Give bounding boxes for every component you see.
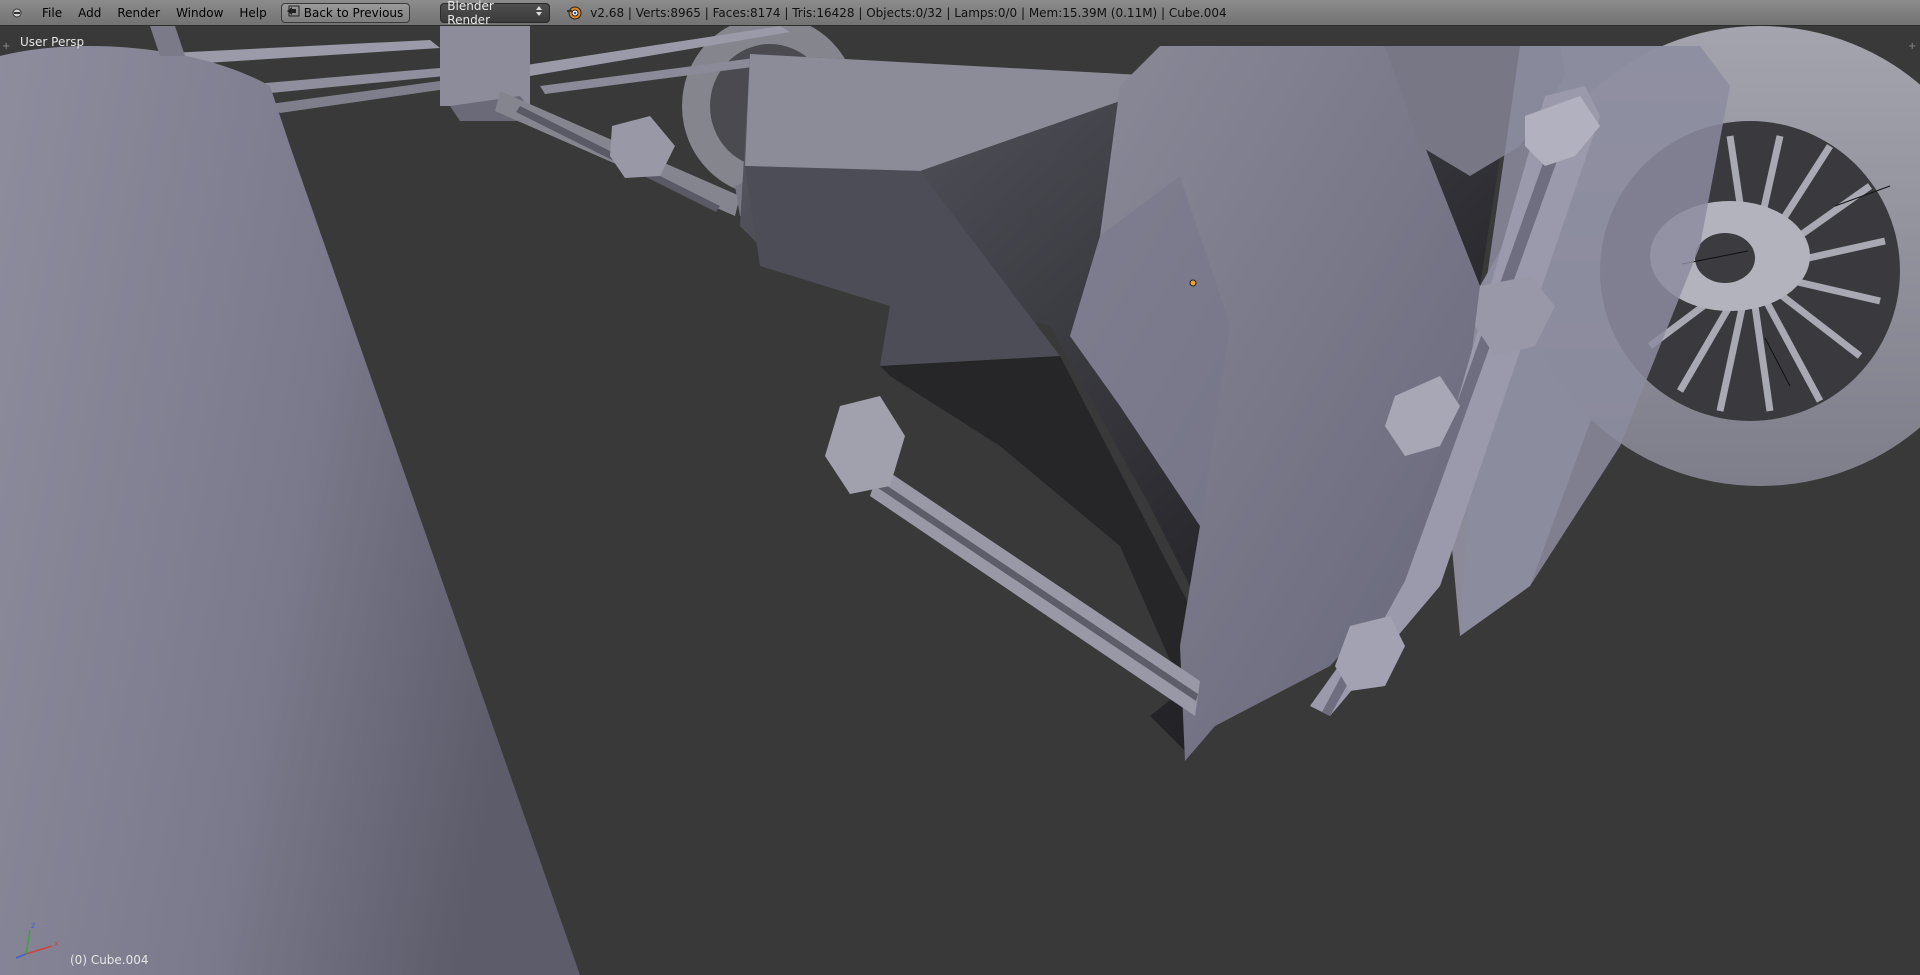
3d-viewport[interactable]: User Persp + + x z (0) Cube.004 xyxy=(0,26,1920,975)
dropdown-arrows-icon xyxy=(535,5,543,20)
left-fender xyxy=(0,26,580,975)
render-engine-select[interactable]: Blender Render xyxy=(440,0,551,27)
object-origin-point xyxy=(1189,279,1197,287)
viewport-scene[interactable] xyxy=(0,26,1920,975)
split-corner-icon[interactable]: + xyxy=(1908,42,1918,52)
menu-add[interactable]: Add xyxy=(70,0,109,26)
back-to-previous-button[interactable]: Back to Previous xyxy=(280,2,411,23)
render-engine-icon xyxy=(564,3,584,23)
render-engine-value: Blender Render xyxy=(447,0,494,27)
view-name-label: User Persp xyxy=(20,35,85,49)
scene-stats: v2.68 | Verts:8965 | Faces:8174 | Tris:1… xyxy=(590,5,1227,20)
menu-render[interactable]: Render xyxy=(109,0,168,26)
menu-help[interactable]: Help xyxy=(231,0,274,26)
area-menu-icon[interactable] xyxy=(8,4,26,22)
back-button-label: Back to Previous xyxy=(303,5,404,20)
axis-gizmo-icon: x z xyxy=(15,921,59,959)
menu-window[interactable]: Window xyxy=(168,0,231,26)
back-icon xyxy=(286,5,300,20)
axis-x-label: x xyxy=(54,939,59,948)
axis-z-label: z xyxy=(31,921,35,930)
split-corner-icon[interactable]: + xyxy=(2,42,12,52)
info-header: File Add Render Window Help Back to Prev… xyxy=(0,0,1920,27)
menu-file[interactable]: File xyxy=(34,0,70,26)
active-object-label: (0) Cube.004 xyxy=(70,953,149,967)
